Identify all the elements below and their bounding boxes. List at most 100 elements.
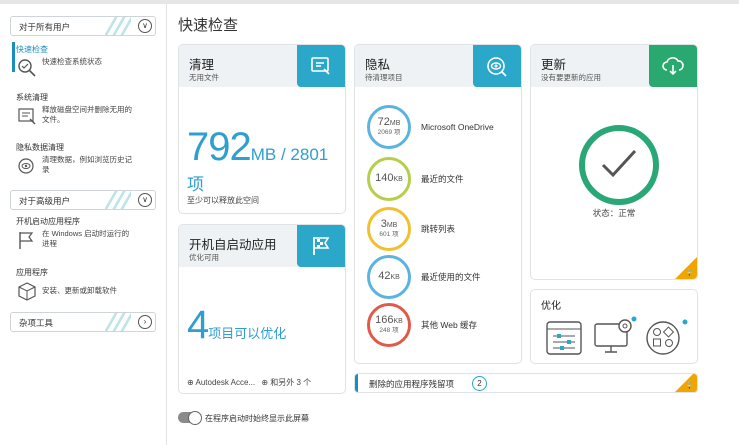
settings-panel-icon[interactable] [545,320,583,356]
dropdown-advanced-users-label: 对于高级用户 [19,196,71,206]
broom-icon [311,57,330,75]
clean-footer: 至少可以释放此空间 [187,196,259,205]
active-indicator [12,42,15,72]
update-tab [649,45,697,87]
sidebar-item-title: 应用程序 [16,268,48,277]
package-box-icon [18,282,36,301]
update-status: 状态：正常 [592,208,636,218]
clean-card-title: 清理 [189,58,215,72]
sidebar-item-privacy[interactable]: 隐私数据清理 清理数据，例如浏览历史记录 [16,142,156,177]
sidebar-item-startup[interactable]: 开机启动应用程序 在 Windows 启动时运行的进程 [16,216,156,251]
sidebar-item-desc: 在 Windows 启动时运行的进程 [42,229,130,248]
privacy-ring: 166KB 248 项 [367,303,411,347]
removed-count-badge: 2 [472,376,487,391]
privacy-sub: 601 项 [379,231,399,238]
startup-tab [297,225,345,267]
show-on-start-label: 在程序启动时始终显示此屏幕 [205,414,309,423]
startup-card-title: 开机自启动应用 [189,238,277,252]
plus-circle-icon: ⊕ [261,378,269,387]
privacy-ring: 3MB 601 项 [367,207,411,251]
dropdown-misc-tools-label: 杂项工具 [19,318,54,328]
show-on-start-toggle[interactable] [178,411,202,425]
privacy-card[interactable]: 隐私 待清理项目 72MB 2069 项 Microsoft OneDrive … [354,44,522,364]
lock-badge: 🔒 [675,374,697,392]
privacy-unit: KB [390,274,400,281]
clean-card[interactable]: 清理 无用文件 792MB / 2801 项 至少可以释放此空间 [178,44,346,214]
privacy-ring: 42KB [367,255,411,299]
chevron-down-icon[interactable]: ∨ [138,193,152,207]
startup-footer-more[interactable]: 和另外 3 个 [270,378,311,387]
privacy-unit: KB [393,318,403,325]
dropdown-all-users[interactable]: 对于所有用户 ∨ [10,16,156,36]
startup-amount-unit: 项目可以优化 [208,326,287,341]
privacy-unit: MB [389,120,401,127]
removed-leftovers-bar[interactable]: 删除的应用程序残留项 2 🔒 [354,373,698,393]
plus-circle-icon: ⊕ [187,378,194,387]
magnifier-icon [18,59,36,77]
cleanup-icon [18,108,36,125]
privacy-item-onedrive[interactable]: 72MB 2069 项 Microsoft OneDrive [367,105,494,149]
privacy-card-title: 隐私 [365,58,391,72]
dropdown-misc-tools[interactable]: 杂项工具 › [10,312,156,332]
startup-amount-number: 4 [187,303,209,347]
lock-badge: 🔒 [675,257,697,279]
startup-card[interactable]: 开机自启动应用 优化可用 4项目可以优化 ⊕ Autodesk Acce... … [178,224,346,394]
optimize-card[interactable]: 优化 [530,289,698,364]
stripes-decoration [105,191,131,209]
chevron-right-icon[interactable]: › [138,315,152,329]
privacy-ring: 140KB [367,157,411,201]
sidebar-item-desc: 快速检查系统状态 [42,57,102,66]
clean-card-subtitle: 无用文件 [189,73,219,82]
privacy-unit: MB [386,222,398,229]
stripes-decoration [105,313,131,331]
sidebar-item-desc: 安装、更新或卸载软件 [42,286,117,295]
apps-grid-icon[interactable] [645,318,689,358]
privacy-eye-icon [487,57,507,77]
dropdown-advanced-users[interactable]: 对于高级用户 ∨ [10,190,156,210]
checkered-flag-icon [313,237,330,255]
privacy-item-recently-used[interactable]: 42KB 最近使用的文件 [367,255,481,299]
privacy-card-subtitle: 待清理项目 [365,73,403,82]
sidebar-item-apps[interactable]: 应用程序 安装、更新或卸载软件 [16,267,156,302]
startup-flag-icon [19,232,34,249]
privacy-label: 其他 Web 缓存 [421,320,478,330]
clean-card-header: 清理 无用文件 [179,45,345,87]
startup-amount: 4项目可以优化 [187,303,286,348]
privacy-tab [473,45,521,87]
checkmark-icon [601,149,637,178]
clean-tab [297,45,345,87]
cloud-download-icon [662,57,684,76]
sidebar-item-title: 快速检查 [16,45,48,54]
page-title: 快速检查 [178,17,239,34]
privacy-item-recent-files[interactable]: 140KB 最近的文件 [367,157,464,201]
privacy-item-web-cache[interactable]: 166KB 248 项 其他 Web 缓存 [367,303,477,347]
optimize-title: 优化 [541,301,561,312]
startup-card-subtitle: 优化可用 [189,253,219,262]
privacy-label: 最近使用的文件 [421,272,481,282]
privacy-eye-icon [18,158,34,174]
dropdown-all-users-label: 对于所有用户 [19,22,71,32]
stripes-decoration [105,17,131,35]
privacy-item-jump-list[interactable]: 3MB 601 项 跳转列表 [367,207,455,251]
clean-amount: 792MB / 2801 项 [187,125,345,195]
privacy-value: 140 [375,172,394,184]
update-card[interactable]: 更新 没有要更新的应用 状态：正常 🔒 [530,44,698,280]
removed-label: 删除的应用程序残留项 [369,379,455,389]
startup-footer-app[interactable]: Autodesk Acce... [195,378,255,387]
update-card-title: 更新 [541,58,567,72]
sidebar-item-desc: 释放磁盘空间并删除无用的文件。 [42,105,132,124]
clean-amount-number: 792 [187,125,252,169]
monitor-gear-icon[interactable] [593,316,637,358]
sidebar-item-desc: 清理数据，例如浏览历史记录 [42,155,132,174]
chevron-down-icon[interactable]: ∨ [138,19,152,33]
privacy-card-header: 隐私 待清理项目 [355,45,521,87]
privacy-sub: 2069 项 [377,129,401,136]
update-card-subtitle: 没有要更新的应用 [541,73,601,82]
privacy-value: 42 [378,270,391,282]
privacy-value: 72 [377,116,390,128]
sidebar-item-quick-check[interactable]: 快速检查 快速检查系统状态 [16,44,156,79]
sidebar-item-system-clean[interactable]: 系统清理 释放磁盘空间并删除无用的文件。 [16,92,156,127]
sidebar-item-title: 开机启动应用程序 [16,217,80,226]
update-card-header: 更新 没有要更新的应用 [531,45,697,87]
lock-icon: 🔒 [685,383,694,390]
